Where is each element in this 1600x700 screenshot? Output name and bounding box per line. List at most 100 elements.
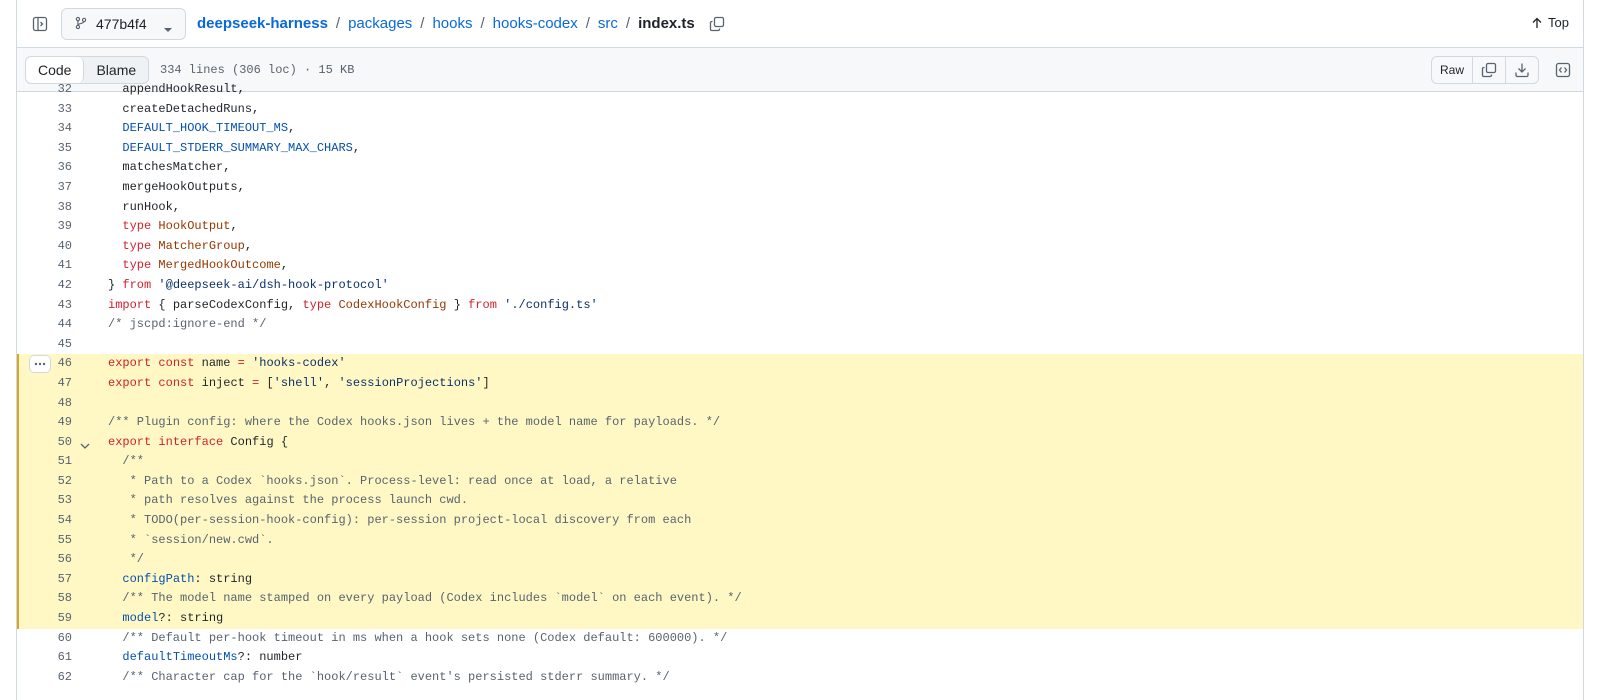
breadcrumb-link-packages[interactable]: packages <box>348 15 412 32</box>
breadcrumb-repo-link[interactable]: deepseek-harness <box>197 15 328 32</box>
line-number[interactable]: 50 <box>17 433 72 453</box>
code-line: 59 model?: string <box>17 609 1583 629</box>
line-number[interactable]: 44 <box>17 315 72 335</box>
download-icon <box>1515 63 1529 78</box>
code-token: , <box>244 238 253 253</box>
code-line: 53 * path resolves against the process l… <box>17 491 1583 512</box>
arrow-up-icon <box>1532 17 1542 28</box>
line-number[interactable]: 46 <box>17 354 72 374</box>
line-number[interactable]: 41 <box>17 256 72 276</box>
chevron-down-icon[interactable] <box>79 438 93 449</box>
code-token: } <box>108 277 123 292</box>
line-number[interactable]: 47 <box>17 374 72 394</box>
code-line: 33 createDetachedRuns, <box>17 100 1583 120</box>
line-number[interactable]: 42 <box>17 276 72 296</box>
line-number[interactable]: 52 <box>17 472 72 492</box>
code-token: ] <box>482 375 490 390</box>
line-code: createDetachedRuns, <box>108 100 259 120</box>
chevron-down-icon <box>163 21 173 37</box>
breadcrumb-link-src[interactable]: src <box>598 15 618 32</box>
code-token: /* jscpd:ignore-end */ <box>108 317 267 332</box>
line-number[interactable]: 61 <box>17 648 72 668</box>
code-line: 51 /** <box>17 452 1583 472</box>
line-code: configPath: string <box>108 570 252 590</box>
code-token: * Path to a Codex `hooks.json`. Process-… <box>108 473 677 488</box>
code-line: 36 matchesMatcher, <box>17 158 1583 178</box>
line-number[interactable]: 51 <box>17 452 72 472</box>
line-number[interactable]: 38 <box>17 198 72 218</box>
line-number[interactable]: 58 <box>17 589 72 609</box>
line-number[interactable]: 55 <box>17 531 72 551</box>
code-token: /** <box>108 454 145 469</box>
line-code: mergeHookOutputs, <box>108 178 245 198</box>
code-token: * path resolves against the process laun… <box>108 493 469 508</box>
code-line: 50 export interface Config { <box>17 432 1583 453</box>
code-token: const <box>158 356 195 371</box>
code-token: from <box>122 277 152 292</box>
code-line: 57 configPath: string <box>17 569 1583 590</box>
code-token: { parseCodexConfig, <box>151 297 303 312</box>
code-token: [ <box>259 375 274 390</box>
current-file-name: index.ts <box>638 15 695 32</box>
code-line: 34 DEFAULT_HOOK_TIMEOUT_MS, <box>17 119 1583 139</box>
code-token: type <box>122 219 152 234</box>
line-number[interactable]: 33 <box>17 100 72 120</box>
line-number[interactable]: 43 <box>17 296 72 316</box>
line-code: export interface Config { <box>108 433 288 453</box>
symbols-icon[interactable] <box>1555 62 1571 78</box>
line-code: export const inject = ['shell', 'session… <box>108 374 490 394</box>
code-token: * TODO(per-session-hook-config): per-ses… <box>108 513 692 528</box>
line-number[interactable]: 60 <box>17 629 72 649</box>
code-token: from <box>468 297 497 312</box>
line-code: runHook, <box>108 198 180 218</box>
code-token: type <box>302 297 332 312</box>
code-token: : string <box>194 571 253 586</box>
code-token: type <box>122 258 152 273</box>
line-number[interactable]: 35 <box>17 139 72 159</box>
copy-icon <box>1481 62 1497 78</box>
line-number[interactable]: 37 <box>17 178 72 198</box>
line-number[interactable]: 54 <box>17 511 72 531</box>
top-button[interactable]: Top <box>1531 15 1569 30</box>
code-token: * `session/new.cwd`. <box>108 532 274 547</box>
line-code: matchesMatcher, <box>108 158 230 178</box>
line-number[interactable]: 34 <box>17 119 72 139</box>
line-number[interactable]: 57 <box>17 570 72 590</box>
code-token: MergedHookOutcome <box>158 258 281 273</box>
code-line: 42} from '@deepseek-ai/dsh-hook-protocol… <box>17 276 1583 296</box>
branch-name: 477b4f4 <box>96 16 147 32</box>
line-code: import { parseCodexConfig, type CodexHoo… <box>108 296 598 316</box>
line-number[interactable]: 62 <box>17 668 72 688</box>
line-number[interactable]: 53 <box>17 491 72 511</box>
line-number[interactable]: 48 <box>17 394 72 414</box>
line-code: type MatcherGroup, <box>108 237 252 257</box>
sidebar-collapse-icon[interactable] <box>31 15 49 33</box>
code-token: /** Plugin config: where the Codex hooks… <box>108 415 721 430</box>
line-code: /** Default per-hook timeout in ms when … <box>108 629 727 649</box>
line-number[interactable]: 45 <box>17 335 72 355</box>
copy-icon[interactable] <box>709 16 725 32</box>
code-line: 49 /** Plugin config: where the Codex hoo… <box>17 413 1583 433</box>
line-number[interactable]: 32 <box>17 80 72 100</box>
code-token: './config.ts' <box>504 297 598 312</box>
code-token: DEFAULT_STDERR_SUMMARY_MAX_CHARS <box>122 140 353 155</box>
line-number[interactable]: 56 <box>17 550 72 570</box>
code-token: /** The model name stamped on every payl… <box>108 591 742 606</box>
line-number[interactable]: 39 <box>17 217 72 237</box>
line-code: */ <box>108 550 144 570</box>
line-number[interactable]: 40 <box>17 237 72 257</box>
top-label: Top <box>1548 15 1569 30</box>
breadcrumb-link-hooks-codex[interactable]: hooks-codex <box>493 15 578 32</box>
line-number[interactable]: 59 <box>17 609 72 629</box>
line-number[interactable]: 49 <box>17 413 72 433</box>
breadcrumb-link-hooks[interactable]: hooks <box>432 15 472 32</box>
line-number[interactable]: 36 <box>17 158 72 178</box>
breadcrumb-separator: / <box>420 15 425 32</box>
code-token: appendHookResult, <box>108 82 245 96</box>
branch-selector-button[interactable]: 477b4f4 <box>61 8 186 40</box>
code-token: mergeHookOutputs, <box>108 179 245 194</box>
line-code: export const name = 'hooks-codex' <box>108 354 346 374</box>
code-line: 40 type MatcherGroup, <box>17 237 1583 257</box>
